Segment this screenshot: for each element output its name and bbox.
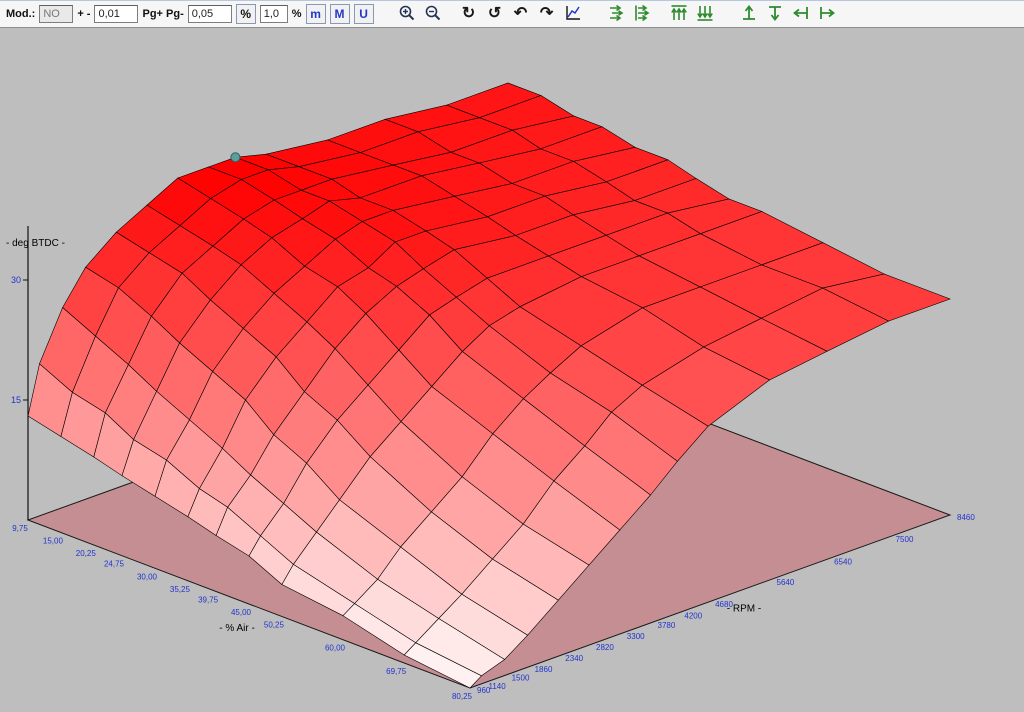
rotate-forward-button[interactable]: ↷ [536,3,558,25]
toolbar-separator [588,14,602,15]
rotate-ccw-icon: ↺ [488,6,501,22]
unit-button[interactable]: U [354,4,374,24]
percent-step-input[interactable] [260,5,288,23]
apply-cols-down-button[interactable] [694,3,716,25]
adjust-up-button[interactable] [738,3,760,25]
svg-text:1140: 1140 [489,682,507,691]
increment-input[interactable] [94,5,138,23]
graph-view-icon [564,4,582,25]
adjust-right-button[interactable] [816,3,838,25]
svg-text:20,25: 20,25 [76,549,97,558]
rotate-back-button[interactable]: ↶ [510,3,532,25]
svg-text:24,75: 24,75 [104,560,125,569]
page-step-label: Pg+ Pg- [142,8,183,20]
toolbar-separator [378,14,392,15]
svg-text:3300: 3300 [627,632,645,641]
graph-view-button[interactable] [562,3,584,25]
increment-label: + - [77,8,90,20]
svg-text:3780: 3780 [658,621,676,630]
adjust-left-button[interactable] [790,3,812,25]
surface-plot[interactable]: 30 15 - deg BTDC - 9,75 15,00 20,25 24,75 30,00… [0,0,1024,712]
svg-text:39,75: 39,75 [198,596,219,605]
rotate-cw-icon: ↻ [462,6,475,22]
rotate-back-icon: ↶ [514,6,527,22]
page-step-input[interactable] [188,5,232,23]
svg-text:30,00: 30,00 [137,572,158,581]
zoom-out-icon [424,4,442,25]
adjust-down-icon [766,4,784,25]
min-button[interactable]: m [306,4,326,24]
svg-text:- % Air -: - % Air - [219,623,255,634]
adjust-up-icon [740,4,758,25]
max-button[interactable]: M [330,4,350,24]
zoom-in-button[interactable] [396,3,418,25]
percent-suffix-label: % [292,8,302,20]
adjust-left-icon [792,4,810,25]
svg-text:80,25: 80,25 [452,692,473,701]
mod-label: Mod.: [6,8,35,20]
rotate-forward-icon: ↷ [540,6,553,22]
svg-text:15,00: 15,00 [43,537,64,546]
mod-input[interactable] [39,5,73,23]
svg-text:6540: 6540 [834,557,852,566]
toolbar-separator [448,14,454,15]
svg-text:69,75: 69,75 [386,667,407,676]
apply-rows-right-button[interactable] [606,3,628,25]
rotate-ccw-button[interactable]: ↺ [484,3,506,25]
svg-text:45,00: 45,00 [231,608,252,617]
rotate-cw-button[interactable]: ↻ [458,3,480,25]
svg-text:5640: 5640 [777,578,795,587]
svg-text:- RPM -: - RPM - [727,604,761,615]
svg-text:1500: 1500 [512,674,530,683]
svg-text:2820: 2820 [596,643,614,652]
svg-text:2340: 2340 [565,654,583,663]
adjust-down-button[interactable] [764,3,786,25]
map-editor-window: 30 15 - deg BTDC - 9,75 15,00 20,25 24,75 30,00… [0,0,1024,712]
apply-cols-up-button[interactable] [668,3,690,25]
apply-cols-down-icon [696,4,714,25]
adjust-right-icon [818,4,836,25]
apply-cols-up-icon [670,4,688,25]
svg-text:4200: 4200 [684,611,702,620]
zoom-in-icon [398,4,416,25]
zoom-out-button[interactable] [422,3,444,25]
percent-mode-button[interactable]: % [236,4,256,24]
svg-text:60,00: 60,00 [325,644,346,653]
apply-rows-right-staggered-button[interactable] [632,3,654,25]
svg-text:- deg BTDC -: - deg BTDC - [6,238,65,249]
svg-text:9,75: 9,75 [12,524,28,533]
svg-text:35,25: 35,25 [170,585,191,594]
toolbar-separator [658,14,664,15]
apply-rows-right-staggered-icon [634,4,652,25]
apply-rows-right-icon [608,4,626,25]
svg-text:8460: 8460 [957,513,975,522]
svg-text:7500: 7500 [896,535,914,544]
toolbar: Mod.: + - Pg+ Pg- % % m M U [0,0,1024,28]
svg-text:15: 15 [11,395,21,405]
toolbar-separator [720,14,734,15]
svg-text:1860: 1860 [535,665,553,674]
svg-text:50,25: 50,25 [264,621,285,630]
svg-text:30: 30 [11,275,21,285]
